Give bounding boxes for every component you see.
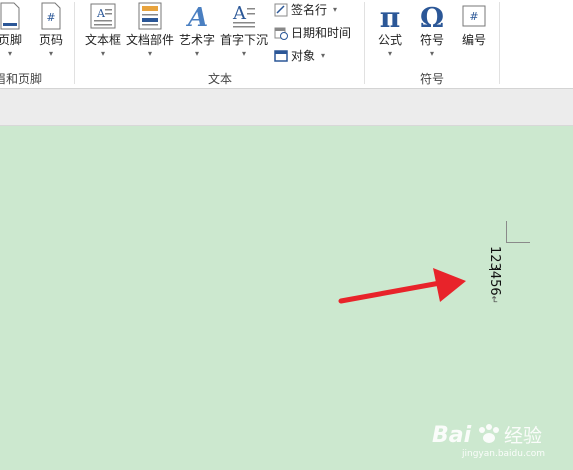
svg-text:jingyan.baidu.com: jingyan.baidu.com bbox=[461, 449, 545, 459]
baidu-paw-logo: Bai 经验 jingyan.baidu.com bbox=[432, 423, 545, 459]
baidu-watermark: Bai 经验 jingyan.baidu.com bbox=[432, 418, 572, 460]
svg-text:经验: 经验 bbox=[504, 425, 542, 447]
svg-text:Bai: Bai bbox=[432, 423, 472, 448]
annotation-arrow bbox=[338, 268, 466, 304]
